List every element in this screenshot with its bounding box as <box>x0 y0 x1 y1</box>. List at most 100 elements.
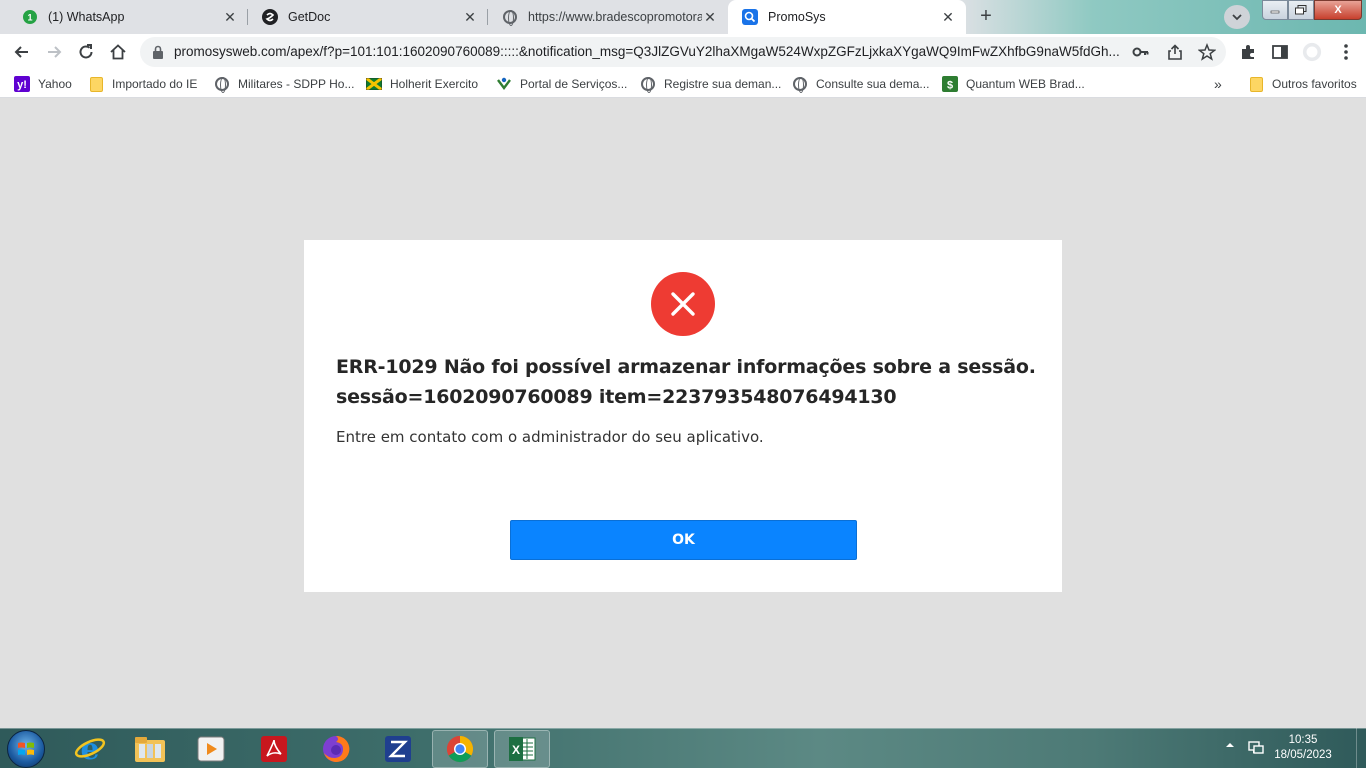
error-icon <box>651 272 715 336</box>
taskbar-excel[interactable]: X <box>494 730 550 768</box>
bookmark-yahoo[interactable]: y! Yahoo <box>14 75 72 93</box>
taskbar-internet-explorer[interactable]: e <box>62 730 118 768</box>
tab-title: PromoSys <box>768 10 826 24</box>
forward-button[interactable] <box>42 40 66 64</box>
close-tab-icon[interactable]: ✕ <box>222 9 238 25</box>
error-title: ERR-1029 Não foi possível armazenar info… <box>336 356 1036 378</box>
getdoc-icon <box>262 9 278 25</box>
page-content: ERR-1029 Não foi possível armazenar info… <box>0 99 1366 728</box>
clock-date: 18/05/2023 <box>1274 749 1332 761</box>
globe-icon <box>640 76 656 93</box>
minimize-button[interactable] <box>1262 0 1288 20</box>
svg-text:y!: y! <box>17 79 27 91</box>
taskbar-app-z[interactable] <box>370 730 426 768</box>
error-message: Entre em contato com o administrador do … <box>336 428 764 446</box>
whatsapp-icon: 1 <box>22 9 38 25</box>
taskbar-file-explorer[interactable] <box>122 730 178 768</box>
reload-icon <box>79 44 93 59</box>
minimize-icon <box>1270 10 1280 14</box>
lock-icon[interactable] <box>152 45 164 59</box>
bookmark-holherit[interactable]: Holherit Exercito <box>366 75 478 93</box>
taskbar-adobe-reader[interactable] <box>246 730 302 768</box>
browser-toolbar: promosysweb.com/apex/f?p=101:101:1602090… <box>0 34 1366 70</box>
internet-explorer-icon: e <box>74 733 106 765</box>
bookmark-label: Outros favoritos <box>1272 77 1357 91</box>
tray-expand-icon[interactable] <box>1225 740 1235 753</box>
share-icon[interactable] <box>1166 43 1184 61</box>
bookmark-portal[interactable]: Portal de Serviços... <box>496 75 627 93</box>
browser-tabstrip: 1 (1) WhatsApp ✕ GetDoc ✕ https://www.br… <box>0 0 1366 34</box>
bookmark-label: Portal de Serviços... <box>520 77 628 91</box>
profile-avatar-icon[interactable] <box>1302 42 1322 62</box>
bookmark-label: Consulte sua dema... <box>816 77 930 91</box>
excel-icon: X <box>509 737 536 761</box>
side-panel-icon[interactable] <box>1270 42 1290 62</box>
tab-search-button[interactable] <box>1224 5 1250 29</box>
close-tab-icon[interactable]: ✕ <box>702 9 718 25</box>
clock-time: 10:35 <box>1288 734 1318 746</box>
folder-icon <box>88 76 104 92</box>
close-tab-icon[interactable]: ✕ <box>462 9 478 25</box>
restore-button[interactable] <box>1288 0 1314 20</box>
bookmark-outros-favoritos[interactable]: Outros favoritos <box>1248 75 1357 93</box>
show-desktop-button[interactable] <box>1356 728 1366 768</box>
network-icon[interactable] <box>1248 740 1264 759</box>
tab-bradesco[interactable]: https://www.bradescopromotora ✕ <box>488 0 728 34</box>
ok-button[interactable]: OK <box>510 520 857 560</box>
bookmark-consulte[interactable]: Consulte sua dema... <box>792 75 929 93</box>
tab-getdoc[interactable]: GetDoc ✕ <box>248 0 488 34</box>
error-dialog: ERR-1029 Não foi possível armazenar info… <box>304 240 1062 592</box>
globe-icon <box>214 76 230 93</box>
menu-kebab-icon[interactable] <box>1336 42 1356 62</box>
search-icon <box>742 9 758 25</box>
folder-libraries-icon <box>135 737 165 762</box>
reload-button[interactable] <box>74 40 98 64</box>
address-bar[interactable]: promosysweb.com/apex/f?p=101:101:1602090… <box>140 37 1226 67</box>
arrow-right-icon <box>48 46 62 58</box>
flag-icon <box>366 76 382 92</box>
new-tab-button[interactable]: + <box>973 5 999 29</box>
tab-title: https://www.bradescopromotora <box>528 10 702 24</box>
app-z-icon <box>385 736 411 762</box>
close-icon: X <box>1334 4 1342 16</box>
bookmark-label: Holherit Exercito <box>390 77 479 91</box>
taskbar-media-player[interactable] <box>183 730 239 768</box>
restore-icon <box>1295 5 1307 15</box>
start-button[interactable] <box>7 730 45 768</box>
close-window-button[interactable]: X <box>1314 0 1362 20</box>
tab-whatsapp[interactable]: 1 (1) WhatsApp ✕ <box>8 0 248 34</box>
back-button[interactable] <box>10 40 34 64</box>
system-clock[interactable]: 10:35 18/05/2023 <box>1270 733 1336 763</box>
globe-icon <box>502 9 518 26</box>
taskbar-chrome[interactable] <box>432 730 488 768</box>
bookmark-quantum[interactable]: $ Quantum WEB Brad... <box>942 75 1085 93</box>
windows-logo-icon <box>18 742 34 755</box>
close-tab-icon[interactable]: ✕ <box>940 9 956 25</box>
yahoo-icon: y! <box>14 76 30 92</box>
home-button[interactable] <box>106 40 130 64</box>
folder-icon <box>1248 76 1264 92</box>
tab-title: GetDoc <box>288 10 331 24</box>
svg-text:X: X <box>512 743 520 757</box>
svg-text:e: e <box>80 733 99 765</box>
url-text[interactable]: promosysweb.com/apex/f?p=101:101:1602090… <box>174 44 1134 59</box>
star-icon[interactable] <box>1198 43 1216 61</box>
key-icon[interactable] <box>1132 43 1150 61</box>
globe-icon <box>792 76 808 93</box>
svg-text:1: 1 <box>27 13 32 23</box>
bookmark-label: Quantum WEB Brad... <box>966 77 1085 91</box>
adobe-reader-icon <box>261 736 287 762</box>
tab-promosys[interactable]: PromoSys ✕ <box>728 0 966 34</box>
extensions-icon[interactable] <box>1238 42 1258 62</box>
chevron-double-right-icon: » <box>1214 76 1222 92</box>
more-bookmarks-button[interactable]: » <box>1214 75 1222 93</box>
home-icon <box>110 44 126 60</box>
bookmark-militares[interactable]: Militares - SDPP Ho... <box>214 75 354 93</box>
bookmark-registre[interactable]: Registre sua deman... <box>640 75 781 93</box>
bookmark-label: Importado do IE <box>112 77 198 91</box>
chevron-down-icon <box>1232 14 1242 21</box>
arrow-left-icon <box>14 46 28 58</box>
bookmark-importado-ie[interactable]: Importado do IE <box>88 75 197 93</box>
quantum-icon: $ <box>942 76 958 92</box>
taskbar-firefox[interactable] <box>308 730 364 768</box>
